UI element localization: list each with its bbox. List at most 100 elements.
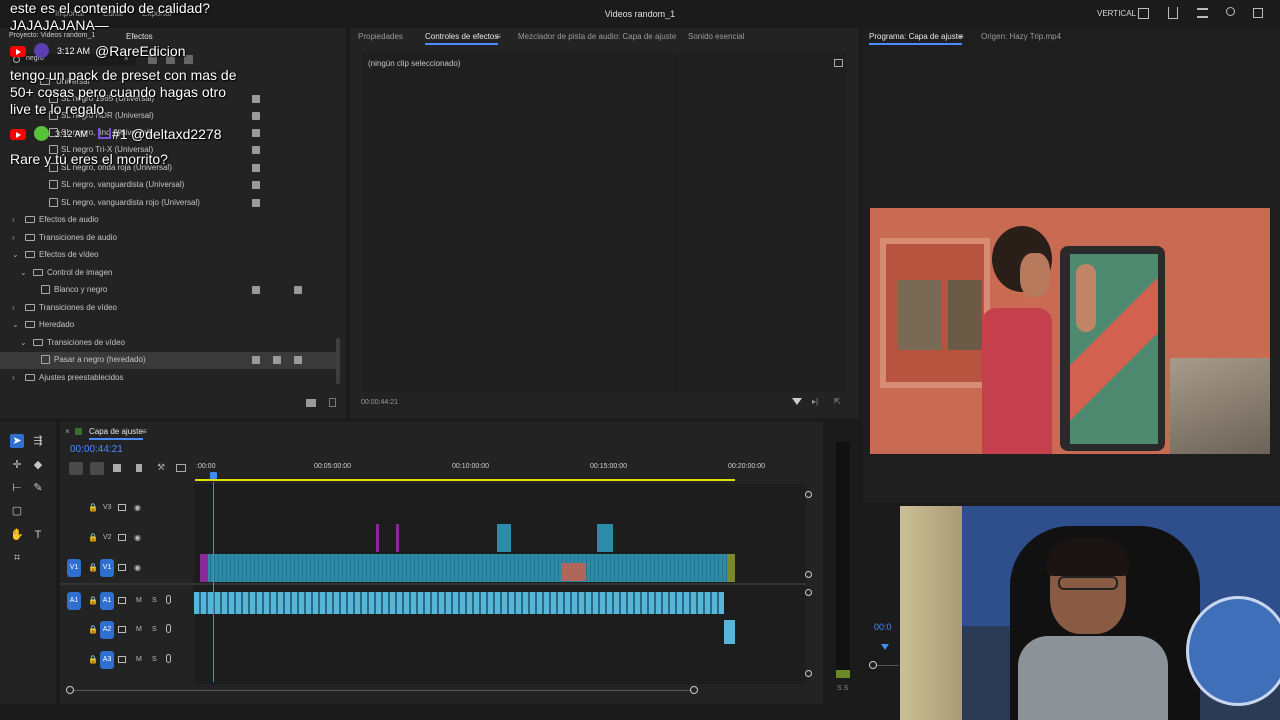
sync-icon[interactable] (118, 626, 126, 633)
ripple-edit-tool-icon[interactable]: ✛ (10, 458, 24, 472)
menu-icon[interactable] (1197, 8, 1208, 18)
tree-item-selected[interactable]: Pasar a negro (heredado) (0, 352, 336, 369)
text-tool-icon[interactable]: T (31, 528, 45, 542)
captions-icon[interactable] (176, 464, 186, 472)
caption-tool-icon[interactable]: ⌗ (10, 551, 24, 565)
clip-v1-end[interactable] (727, 554, 735, 582)
tree-item[interactable]: ⌄ Control de imagen (0, 265, 336, 282)
clip-v2[interactable] (497, 524, 511, 552)
chevron-right-icon[interactable]: › (12, 234, 20, 242)
toggle-timeline-icon[interactable] (834, 59, 843, 67)
microphone-icon[interactable] (166, 654, 171, 663)
search-icon[interactable] (1226, 7, 1235, 16)
tree-item[interactable]: › Transiciones de vídeo (0, 300, 336, 317)
linked-selection-icon[interactable] (90, 462, 104, 475)
chevron-down-icon[interactable]: ⌄ (20, 269, 28, 277)
chevron-down-icon[interactable]: ⌄ (12, 251, 20, 259)
timeline-playhead-line[interactable] (213, 482, 214, 682)
effects-timecode[interactable]: 00:00:44:21 (361, 399, 398, 406)
chevron-down-icon[interactable]: ⌄ (20, 339, 28, 347)
clip-v2-purple[interactable] (376, 524, 379, 552)
lock-icon[interactable]: 🔒 (88, 596, 98, 605)
sequence-menu-icon[interactable]: ≡ (142, 427, 147, 436)
tab-origen[interactable]: Origen: Hazy Trip.mp4 (981, 32, 1061, 41)
sync-icon[interactable] (118, 504, 126, 511)
eye-icon[interactable]: ◉ (134, 533, 141, 542)
chevron-right-icon[interactable]: › (12, 374, 20, 382)
tree-item[interactable]: SL negro, vanguardista rojo (Universal) (0, 195, 336, 212)
chevron-right-icon[interactable]: › (12, 304, 20, 312)
source-patch-a1[interactable]: A1 (67, 592, 81, 610)
vertical-scroll-top[interactable] (805, 491, 812, 498)
clip-a1-main[interactable] (194, 592, 724, 614)
tab-mezclador[interactable]: Mezclador de pista de audio: Capa de aju… (518, 32, 676, 41)
clip-v1-thumbnail[interactable] (562, 563, 586, 581)
program-timecode[interactable]: 00:0 (874, 622, 892, 632)
tree-item[interactable]: › Ajustes preestablecidos (0, 370, 336, 387)
clip-v1-main[interactable] (203, 554, 727, 582)
new-folder-icon[interactable] (306, 399, 316, 407)
selection-tool-icon[interactable]: ➤ (10, 434, 24, 448)
horizontal-scroll-start[interactable] (66, 686, 74, 694)
tree-item[interactable]: SL negro, vanguardista (Universal) (0, 177, 336, 194)
vertical-scroll-a[interactable] (805, 589, 812, 596)
tab-efectos[interactable]: Efectos (126, 32, 153, 41)
panel-toggle-icon[interactable] (1138, 8, 1149, 19)
rectangle-tool-icon[interactable]: ▢ (10, 504, 24, 518)
program-playhead-icon[interactable] (881, 644, 889, 650)
microphone-icon[interactable] (166, 624, 171, 633)
lock-icon[interactable]: 🔒 (88, 625, 98, 634)
razor-tool-icon[interactable]: ◆ (31, 458, 45, 472)
eye-icon[interactable]: ◉ (134, 563, 141, 572)
solo-button[interactable]: S (152, 656, 157, 663)
chevron-right-icon[interactable]: › (12, 216, 20, 224)
tree-item[interactable]: Blanco y negro (0, 282, 336, 299)
track-target-a3[interactable]: A3 (100, 651, 114, 669)
microphone-icon[interactable] (166, 595, 171, 604)
tree-item[interactable]: › Transiciones de audio (0, 230, 336, 247)
horizontal-scroll-end[interactable] (690, 686, 698, 694)
solo-button[interactable]: S (152, 597, 157, 604)
panel-menu-icon[interactable]: ≡ (496, 32, 501, 41)
tab-propiedades[interactable]: Propiedades (358, 32, 403, 41)
chevron-down-icon[interactable]: ⌄ (12, 321, 20, 329)
clip-a2[interactable] (724, 620, 735, 644)
hand-tool-icon[interactable]: ✋ (10, 528, 24, 542)
mute-button[interactable]: M (136, 656, 142, 663)
mute-button[interactable]: M (136, 626, 142, 633)
lock-icon[interactable]: 🔒 (88, 533, 98, 542)
track-target-a1[interactable]: A1 (100, 592, 114, 610)
add-marker-icon[interactable] (113, 464, 121, 472)
lock-icon[interactable]: 🔒 (88, 655, 98, 664)
marker-icon[interactable] (136, 464, 142, 472)
workspace-label[interactable]: VERTICAL (1097, 9, 1136, 18)
track-select-tool-icon[interactable]: ⇶ (31, 434, 45, 448)
export-icon[interactable]: ⇱ (834, 397, 841, 406)
lock-icon[interactable]: 🔒 (88, 503, 98, 512)
timeline-timecode[interactable]: 00:00:44:21 (70, 444, 123, 455)
playhead-handle[interactable] (210, 472, 217, 479)
clip-v2-purple[interactable] (396, 524, 399, 552)
sync-icon[interactable] (118, 534, 126, 541)
track-target-v1[interactable]: V1 (100, 559, 114, 577)
pen-tool-icon[interactable]: ✎ (31, 481, 45, 495)
sync-icon[interactable] (118, 597, 126, 604)
solo-button[interactable]: S (152, 626, 157, 633)
share-icon[interactable] (1168, 7, 1178, 19)
sync-icon[interactable] (118, 564, 126, 571)
program-menu-icon[interactable]: ≡ (959, 32, 964, 41)
tab-controles-efectos[interactable]: Controles de efectos (425, 32, 499, 45)
play-audio-icon[interactable]: ▸| (812, 397, 818, 406)
tree-item[interactable]: ⌄ Heredado (0, 317, 336, 334)
work-area-bar[interactable] (195, 479, 735, 481)
sync-icon[interactable] (118, 656, 126, 663)
tree-item[interactable]: › Efectos de audio (0, 212, 336, 229)
track-target-a2[interactable]: A2 (100, 621, 114, 639)
source-patch-v1[interactable]: V1 (67, 559, 81, 577)
sequence-tab[interactable]: Capa de ajuste (89, 427, 143, 440)
tab-sonido-esencial[interactable]: Sonido esencial (688, 32, 744, 41)
close-sequence-icon[interactable]: × (65, 427, 70, 436)
filter-icon[interactable] (792, 398, 802, 405)
lock-icon[interactable]: 🔒 (88, 563, 98, 572)
tab-programa[interactable]: Programa: Capa de ajuste (869, 32, 963, 45)
